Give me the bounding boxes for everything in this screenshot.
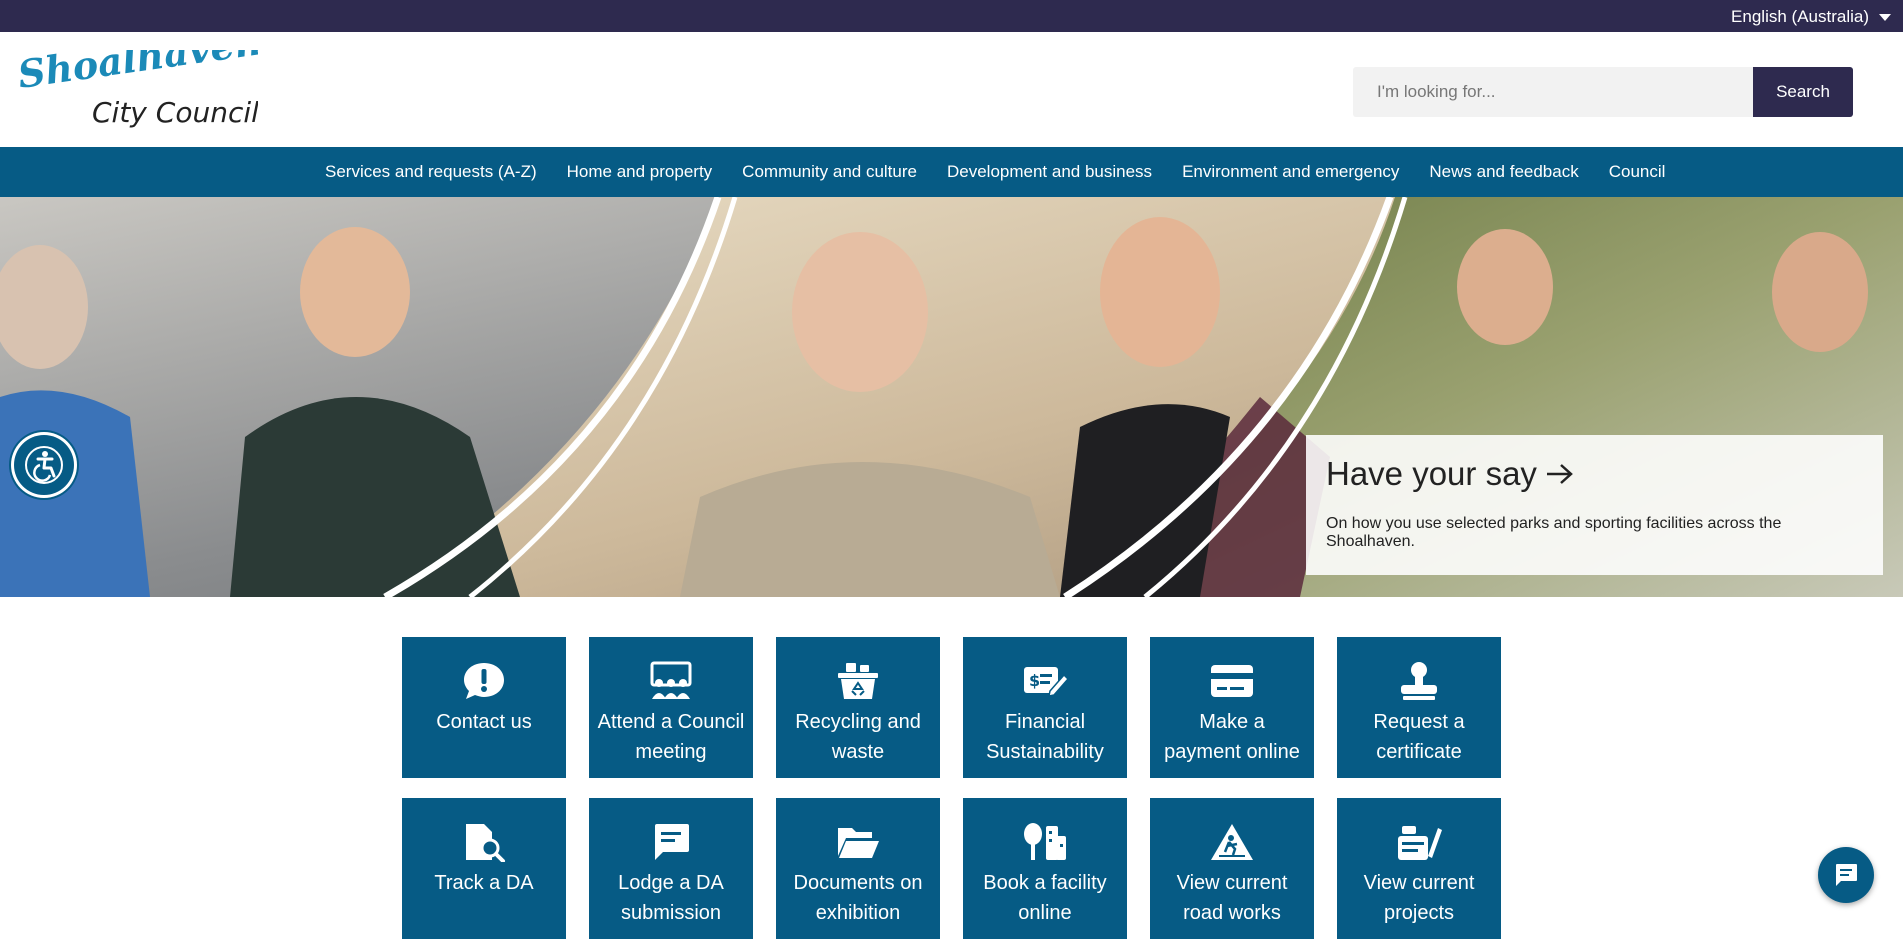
exclamation-chat-icon [464, 663, 504, 699]
nav-item-council[interactable]: Council [1594, 147, 1681, 197]
tile-view-current-projects[interactable]: View current projects [1337, 798, 1501, 939]
tile-attend-council-meeting[interactable]: Attend a Council meeting [589, 637, 753, 778]
nav-item-news-feedback[interactable]: News and feedback [1414, 147, 1593, 197]
tile-label-line2: submission [620, 902, 722, 924]
tile-label-line2: exhibition [815, 902, 901, 924]
chat-icon [1836, 864, 1857, 886]
tile-view-road-works[interactable]: View current road works [1150, 798, 1314, 939]
tile-label-line1: View current [1176, 872, 1288, 894]
tile-track-da[interactable]: Track a DA [402, 798, 566, 939]
nav-item-services[interactable]: Services and requests (A-Z) [310, 147, 552, 197]
svg-text:$: $ [1029, 671, 1040, 690]
search-input[interactable] [1353, 67, 1753, 117]
tile-label-line1: Attend a Council [597, 711, 745, 733]
have-your-say-callout: Have your say On how you use selected pa… [1306, 435, 1883, 575]
search-button[interactable]: Search [1753, 67, 1853, 117]
logo-line-city-council: City Council [92, 96, 258, 129]
tile-lodge-da-submission[interactable]: Lodge a DA submission [589, 798, 753, 939]
projects-icon [1398, 826, 1442, 860]
search-form: Search [1353, 67, 1853, 117]
arrow-right-icon [1546, 464, 1573, 484]
tile-book-facility-online[interactable]: Book a facility online [963, 798, 1127, 939]
tile-label-line2: online [1018, 902, 1072, 924]
nav-item-development-business[interactable]: Development and business [932, 147, 1167, 197]
caret-down-icon [1879, 13, 1891, 21]
top-utility-bar: English (Australia) [0, 0, 1903, 32]
tile-label-line1: Request a [1373, 711, 1465, 733]
language-selector[interactable]: English (Australia) [1731, 7, 1891, 27]
tile-financial-sustainability[interactable]: $ Financial Sustainability [963, 637, 1127, 778]
accessibility-icon [25, 446, 63, 484]
have-your-say-link[interactable]: Have your say [1326, 455, 1863, 493]
tile-label-line1: Book a facility [983, 872, 1107, 894]
language-label: English (Australia) [1731, 7, 1869, 26]
tile-label-line1: Financial [1004, 711, 1086, 733]
tile-label-line2: waste [831, 741, 885, 763]
tile-request-certificate[interactable]: Request a certificate [1337, 637, 1501, 778]
folder-open-icon [838, 828, 879, 858]
tile-contact-us[interactable]: Contact us [402, 637, 566, 778]
finance-icon: $ [1024, 667, 1068, 697]
tile-label-line2: certificate [1376, 741, 1462, 763]
tile-label-line1: Documents on [793, 872, 923, 894]
callout-description: On how you use selected parks and sporti… [1326, 515, 1782, 550]
tile-label-line1: Make a [1199, 711, 1265, 733]
logo-graphic: Shoalhaven City Council [15, 18, 264, 129]
accessibility-button[interactable] [14, 435, 74, 495]
callout-title: Have your say [1326, 455, 1537, 492]
tile-label-line2: projects [1383, 902, 1454, 924]
tile-label-line1: View current [1363, 872, 1475, 894]
tile-recycling-waste[interactable]: Recycling and waste [776, 637, 940, 778]
main-navigation: Services and requests (A-Z) Home and pro… [0, 147, 1903, 197]
chat-button[interactable] [1818, 847, 1874, 903]
document-search-icon [466, 824, 505, 862]
credit-card-icon [1211, 665, 1253, 697]
road-works-icon [1211, 824, 1253, 860]
recycling-bin-icon [838, 663, 878, 699]
tile-label-line2: Sustainability [986, 741, 1104, 763]
tile-label: Contact us [436, 711, 532, 733]
nav-item-environment-emergency[interactable]: Environment and emergency [1167, 147, 1414, 197]
tile-label-line1: Lodge a DA [618, 872, 724, 894]
tile-label-line2: payment online [1164, 741, 1300, 763]
tile-label-line2: meeting [635, 741, 707, 763]
stamp-icon [1401, 662, 1437, 700]
tile-label-line1: Recycling and [795, 711, 921, 733]
nav-item-home-property[interactable]: Home and property [552, 147, 728, 197]
tile-documents-on-exhibition[interactable]: Documents on exhibition [776, 798, 940, 939]
meeting-icon [650, 661, 692, 699]
tile-label-line2: road works [1183, 902, 1281, 924]
site-header: Shoalhaven City Council Search [0, 18, 1903, 147]
hero-banner: Have your say On how you use selected pa… [0, 197, 1903, 597]
logo-line-shoalhaven: Shoalhaven [18, 50, 258, 97]
tile-make-payment-online[interactable]: Make a payment online [1150, 637, 1314, 778]
council-logo[interactable]: Shoalhaven City Council [15, 18, 264, 130]
facility-icon [1024, 823, 1066, 860]
tile-label: Track a DA [434, 872, 534, 894]
nav-item-community-culture[interactable]: Community and culture [727, 147, 932, 197]
message-icon [655, 824, 689, 860]
